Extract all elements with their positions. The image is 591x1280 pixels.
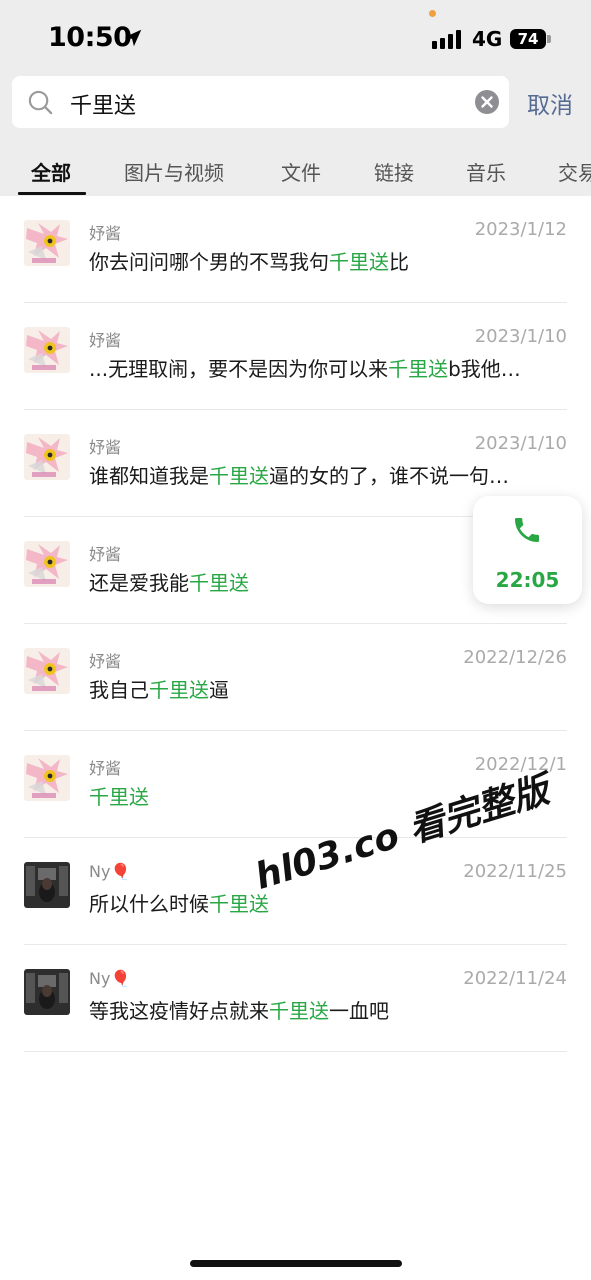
highlighted-keyword: 千里送	[149, 678, 209, 702]
tab-all[interactable]: 全部	[31, 157, 71, 186]
network-type: 4G	[472, 27, 503, 51]
snippet-text: 谁都知道我是	[89, 464, 209, 488]
snippet-text: 你去问问哪个男的不骂我句	[89, 250, 329, 274]
highlighted-keyword: 千里送	[189, 571, 249, 595]
search-field[interactable]: 千里送	[12, 76, 509, 128]
sender-name: 妤酱	[89, 648, 121, 672]
contact-avatar-photo[interactable]	[24, 969, 70, 1015]
message-snippet: 所以什么时候千里送	[89, 888, 567, 917]
snippet-text: ...无理取闹，要不是因为你可以来	[89, 357, 389, 381]
message-date: 2023/1/12	[474, 219, 567, 240]
tab-files[interactable]: 文件	[281, 157, 321, 186]
search-result-row[interactable]: 妤酱 2022/12/26 我自己千里送逼	[0, 624, 591, 731]
row-divider	[24, 1051, 567, 1052]
message-date: 2022/12/26	[463, 647, 567, 668]
search-query[interactable]: 千里送	[70, 88, 136, 120]
sender-name-text: Ny	[89, 862, 111, 881]
message-snippet: 我自己千里送逼	[89, 674, 567, 703]
message-date: 2023/1/10	[474, 433, 567, 454]
sender-name-text: 妤酱	[89, 331, 122, 350]
snippet-text: 所以什么时候	[89, 892, 209, 916]
battery-tip	[547, 35, 551, 43]
highlighted-keyword: 千里送	[89, 785, 149, 809]
snippet-text: 比	[389, 250, 409, 274]
active-tab-indicator	[18, 192, 86, 195]
cellular-signal-icon	[432, 30, 461, 49]
snippet-text: 还是爱我能	[89, 571, 189, 595]
snippet-text: 我自己	[89, 678, 149, 702]
highlighted-keyword: 千里送	[388, 357, 449, 381]
snippet-text: 一血吧	[329, 999, 389, 1023]
sender-name: Ny🎈	[89, 969, 130, 988]
balloon-icon: 🎈	[110, 862, 131, 881]
message-date: 2022/11/25	[463, 861, 567, 882]
search-icon	[28, 90, 53, 115]
contact-avatar-sticker[interactable]	[24, 220, 70, 266]
filter-tabs: 全部 图片与视频 文件 链接 音乐 交易	[0, 150, 591, 196]
sender-name: 妤酱	[89, 434, 121, 458]
privacy-indicator-dot	[429, 10, 436, 17]
tab-transactions[interactable]: 交易	[558, 157, 591, 186]
balloon-icon: 🎈	[110, 969, 131, 988]
home-indicator[interactable]	[190, 1260, 402, 1267]
tab-music[interactable]: 音乐	[466, 157, 506, 186]
highlighted-keyword: 千里送	[209, 892, 269, 916]
message-snippet: 等我这疫情好点就来千里送一血吧	[89, 995, 567, 1024]
sender-name-text: 妤酱	[89, 545, 122, 564]
highlighted-keyword: 千里送	[329, 250, 389, 274]
sender-name-text: 妤酱	[89, 224, 122, 243]
search-result-row[interactable]: Ny🎈 2022/11/24 等我这疫情好点就来千里送一血吧	[0, 945, 591, 1052]
contact-avatar-sticker[interactable]	[24, 434, 70, 480]
message-snippet: 谁都知道我是千里送逼的女的了，谁不说一句…	[89, 460, 567, 489]
message-snippet: 你去问问哪个男的不骂我句千里送比	[89, 246, 567, 275]
cancel-button[interactable]: 取消	[527, 86, 573, 120]
sender-name: 妤酱	[89, 220, 121, 244]
contact-avatar-sticker[interactable]	[24, 541, 70, 587]
contact-avatar-sticker[interactable]	[24, 327, 70, 373]
sender-name-text: 妤酱	[89, 652, 122, 671]
tab-photos-videos[interactable]: 图片与视频	[124, 157, 224, 186]
call-duration: 22:05	[495, 568, 560, 592]
sender-name-text: 妤酱	[89, 759, 122, 778]
sender-name: 妤酱	[89, 755, 121, 779]
search-results-list: 妤酱 2023/1/12 你去问问哪个男的不骂我句千里送比 妤酱 2023/1/10..…	[0, 196, 591, 1052]
contact-avatar-sticker[interactable]	[24, 755, 70, 801]
sender-name: 妤酱	[89, 327, 121, 351]
search-result-row[interactable]: 妤酱 2023/1/12 你去问问哪个男的不骂我句千里送比	[0, 196, 591, 303]
status-time: 10:50	[48, 22, 132, 53]
clear-icon[interactable]	[474, 89, 500, 115]
sender-name: 妤酱	[89, 541, 121, 565]
contact-avatar-sticker[interactable]	[24, 648, 70, 694]
message-date: 2023/1/10	[474, 326, 567, 347]
contact-avatar-photo[interactable]	[24, 862, 70, 908]
sender-name-text: 妤酱	[89, 438, 122, 457]
tab-links[interactable]: 链接	[374, 157, 414, 186]
search-result-row[interactable]: 妤酱 2023/1/10 ...无理取闹，要不是因为你可以来千里送b我他…	[0, 303, 591, 410]
message-date: 2022/11/24	[463, 968, 567, 989]
highlighted-keyword: 千里送	[209, 464, 269, 488]
sender-name: Ny🎈	[89, 862, 130, 881]
snippet-text: 等我这疫情好点就来	[89, 999, 269, 1023]
snippet-text: 逼	[209, 678, 229, 702]
sender-name-text: Ny	[89, 969, 111, 988]
phone-icon	[515, 518, 539, 542]
battery-level: 74	[517, 30, 539, 48]
snippet-text: b我他…	[448, 357, 521, 381]
highlighted-keyword: 千里送	[269, 999, 329, 1023]
location-arrow-icon	[124, 29, 142, 47]
status-bar: 10:50 4G 74	[0, 0, 591, 78]
snippet-text: 逼的女的了，谁不说一句…	[269, 464, 509, 488]
ongoing-call-bubble[interactable]: 22:05	[473, 496, 582, 604]
message-snippet: ...无理取闹，要不是因为你可以来千里送b我他…	[89, 353, 567, 382]
